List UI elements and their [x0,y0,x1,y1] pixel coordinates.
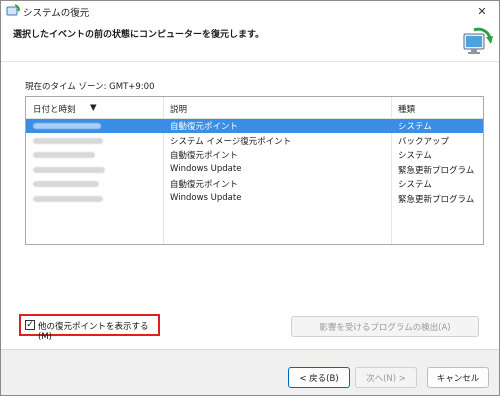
row-type: システム [398,151,432,161]
row-datetime [33,181,99,187]
restore-computer-icon [460,24,494,58]
cancel-button[interactable]: キャンセル [427,367,489,388]
table-row[interactable]: 自動復元ポイント システム [26,177,483,191]
show-more-checkbox[interactable]: ✓ [25,320,35,330]
row-type: 緊急更新プログラム [398,194,475,205]
scan-affected-programs-button[interactable]: 影響を受けるプログラムの検出(A) [291,316,479,337]
row-type: システム [398,122,432,132]
table-row[interactable]: Windows Update 緊急更新プログラム [26,163,483,177]
timezone-label: 現在のタイム ゾーン: GMT+9:00 [25,82,155,92]
table-row[interactable]: システム イメージ復元ポイント バックアップ [26,134,483,148]
instruction-text: 選択したイベントの前の状態にコンピューターを復元します。 [13,30,265,40]
row-type: 緊急更新プログラム [398,165,475,176]
system-restore-icon [6,4,20,18]
restore-point-list[interactable]: 日付と時刻 ▼ 説明 種類 自動復元ポイント システム システム イメージ復元ポイン… [25,96,484,245]
row-type: バックアップ [398,136,450,147]
next-button[interactable]: 次へ(N) > [355,367,417,388]
footer-divider [1,349,499,350]
table-row[interactable]: 自動復元ポイント システム [26,119,483,133]
close-icon[interactable]: ✕ [475,4,489,18]
row-datetime [33,152,95,158]
window-title: システムの復元 [23,8,90,19]
column-header-datetime[interactable]: 日付と時刻 [33,103,76,115]
table-row[interactable]: Windows Update 緊急更新プログラム [26,192,483,206]
column-header-type[interactable]: 種類 [398,103,415,115]
row-description: システム イメージ復元ポイント [170,136,292,147]
header-panel: 選択したイベントの前の状態にコンピューターを復元します。 [1,21,499,61]
show-more-highlight: ✓ 他の復元ポイントを表示する(M) [19,314,160,342]
row-description: Windows Update [170,192,242,203]
row-datetime [33,137,103,144]
row-datetime [33,123,101,129]
row-description: Windows Update [170,163,242,174]
title-bar: システムの復元 ✕ [1,1,499,21]
column-header-description[interactable]: 説明 [170,103,187,115]
back-button[interactable]: < 戻る(B) [288,367,350,388]
sort-arrow-icon: ▼ [90,103,97,113]
list-header: 日付と時刻 ▼ 説明 種類 [26,97,483,119]
show-more-label[interactable]: 他の復元ポイントを表示する(M) [38,320,158,342]
row-datetime [33,195,103,202]
row-description: 自動復元ポイント [170,151,239,161]
row-description: 自動復元ポイント [170,180,239,190]
row-type: システム [398,180,432,190]
system-restore-window: システムの復元 ✕ 選択したイベントの前の状態にコンピューターを復元します。 現… [0,0,500,396]
table-row[interactable]: 自動復元ポイント システム [26,148,483,162]
row-datetime [33,166,105,173]
row-description: 自動復元ポイント [170,122,239,132]
